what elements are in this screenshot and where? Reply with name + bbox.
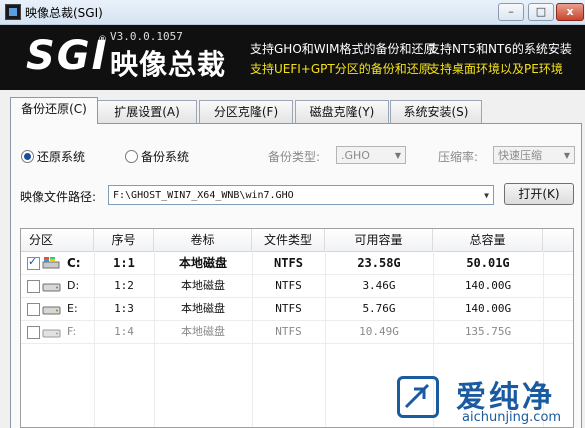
col-filesystem[interactable]: 文件类型 [252,229,325,251]
backup-system-label[interactable]: 备份系统 [141,148,189,165]
col-index[interactable]: 序号 [94,229,154,251]
col-label[interactable]: 卷标 [154,229,252,251]
free-space: 23.58G [357,256,401,270]
open-button[interactable]: 打开(K) [504,183,574,205]
site-watermark: 爱纯净 aichunjing.com [392,372,585,428]
image-path-value: F:\GHOST_WIN7_X64_WNB\win7.GHO [113,190,294,201]
logo-chinese-name: 映像总裁 [110,48,227,81]
filesystem-type: NTFS [275,302,302,315]
close-button[interactable]: x [556,3,584,21]
volume-label: 本地磁盘 [178,256,227,270]
restore-system-radio[interactable] [21,150,34,163]
logo-text: SGI [26,33,109,79]
compression-label: 压缩率: [438,150,479,164]
table-row[interactable]: E: 1:3 本地磁盘 NTFS 5.76G 140.00G [21,298,573,321]
filesystem-type: NTFS [274,256,303,270]
image-path-label: 映像文件路径: [20,190,97,204]
filesystem-type: NTFS [275,325,302,338]
total-size: 140.00G [464,302,512,315]
window-title: 映像总裁(SGI) [25,6,103,20]
system-drive-icon [42,257,60,269]
total-size: 135.75G [464,325,512,338]
row-checkbox[interactable] [27,303,40,316]
volume-label: 本地磁盘 [181,279,225,292]
row-checkbox[interactable] [27,326,40,339]
hard-drive-icon [42,329,61,338]
free-space: 10.49G [359,325,399,338]
backup-type-value: .GHO [341,149,370,162]
total-size: 50.01G [466,256,510,270]
table-row[interactable]: D: 1:2 本地磁盘 NTFS 3.46G 140.00G [21,275,573,298]
watermark-url: aichunjing.com [462,410,562,425]
chevron-down-icon: ▼ [394,151,401,160]
free-space: 5.76G [362,302,396,315]
tab-backup-restore[interactable]: 备份还原(C) [10,97,98,124]
watermark-logo-icon [397,376,439,418]
app-icon [5,4,21,20]
partition-index: 1:1 [113,256,135,270]
tab-disk-clone[interactable]: 磁盘克隆(Y) [295,100,389,123]
row-checkbox[interactable] [27,255,40,270]
compression-value: 快速压缩 [498,149,542,162]
tab-system-install[interactable]: 系统安装(S) [390,100,482,123]
partition-index: 1:2 [114,279,134,292]
drive-letter: D: [67,279,80,292]
total-size: 140.00G [464,279,512,292]
compression-select[interactable]: 快速压缩 ▼ [493,146,575,164]
feature-uefi-gpt: 支持UEFI+GPT分区的备份和还原 [250,62,431,76]
volume-label: 本地磁盘 [181,302,225,315]
drive-letter: F: [67,325,77,338]
header-banner: SGI ® V3.0.0.1057 映像总裁 支持GHO和WIM格式的备份和还原… [0,25,585,90]
minimize-button[interactable]: – [498,3,524,21]
free-space: 3.46G [362,279,396,292]
partition-index: 1:3 [114,302,134,315]
backup-system-radio[interactable] [125,150,138,163]
drive-letter: C: [67,256,81,270]
tab-partition-clone[interactable]: 分区克隆(F) [199,100,293,123]
hard-drive-icon [42,283,61,292]
col-free-space[interactable]: 可用容量 [325,229,433,251]
col-partition[interactable]: 分区 [21,229,94,251]
table-row[interactable]: F: 1:4 本地磁盘 NTFS 10.49G 135.75G [21,321,573,344]
table-header: 分区 序号 卷标 文件类型 可用容量 总容量 [21,229,573,252]
drive-letter: E: [67,302,78,315]
feature-desktop-pe: 支持桌面环境以及PE环境 [428,62,563,76]
partition-index: 1:4 [114,325,134,338]
row-checkbox[interactable] [27,280,40,293]
hard-drive-icon [42,306,61,315]
volume-label: 本地磁盘 [181,325,225,338]
maximize-button[interactable]: □ [528,3,554,21]
image-path-combo[interactable]: F:\GHOST_WIN7_X64_WNB\win7.GHO ▼ [108,185,494,205]
chevron-down-icon: ▼ [484,191,489,200]
col-total-size[interactable]: 总容量 [433,229,543,251]
tab-extended-settings[interactable]: 扩展设置(A) [97,100,197,123]
chevron-down-icon: ▼ [563,151,570,160]
app-window: 映像总裁(SGI) – □ x SGI ® V3.0.0.1057 映像总裁 支… [0,0,585,428]
version-label: V3.0.0.1057 [110,30,183,43]
backup-type-label: 备份类型: [268,150,321,164]
restore-system-label[interactable]: 还原系统 [37,148,85,165]
title-bar[interactable]: 映像总裁(SGI) – □ x [0,0,585,25]
backup-type-select[interactable]: .GHO ▼ [336,146,406,164]
registered-mark: ® [98,35,107,45]
feature-nt5-nt6: 支持NT5和NT6的系统安装 [428,42,572,56]
feature-gho-wim: 支持GHO和WIM格式的备份和还原 [250,42,436,56]
filesystem-type: NTFS [275,279,302,292]
table-row[interactable]: C: 1:1 本地磁盘 NTFS 23.58G 50.01G [21,252,573,275]
